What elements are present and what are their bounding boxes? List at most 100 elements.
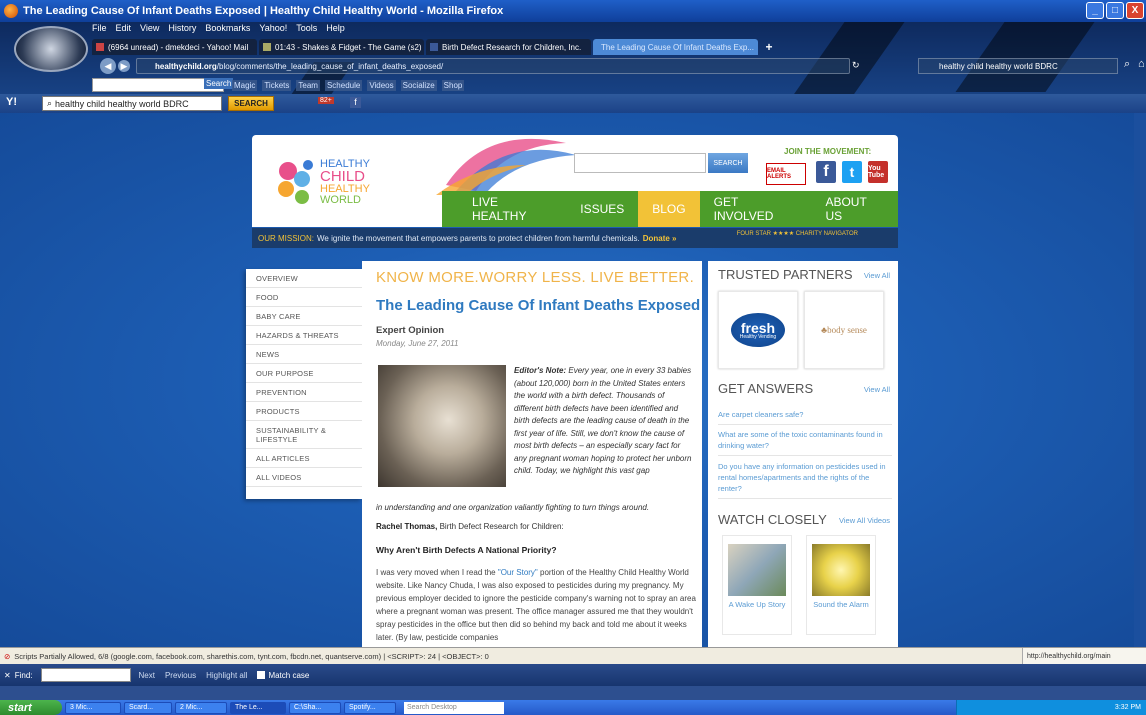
link-team[interactable]: Team [296,79,320,91]
leftnav-all-articles[interactable]: ALL ARTICLES [246,449,362,468]
charity-navigator-badge[interactable]: FOUR STAR ★★★★ CHARITY NAVIGATOR [737,231,858,237]
leftnav-all-videos[interactable]: ALL VIDEOS [246,468,362,487]
leftnav-products[interactable]: PRODUCTS [246,402,362,421]
new-tab-button[interactable]: + [760,39,778,55]
menu-edit[interactable]: Edit [116,23,132,37]
firefox-icon [4,4,18,18]
leftnav-news[interactable]: NEWS [246,345,362,364]
slogan: KNOW MORE.WORRY LESS. LIVE BETTER. [376,269,695,286]
menu-yahoo[interactable]: Yahoo! [259,23,287,37]
question-link[interactable]: Are carpet cleaners safe? [718,409,892,425]
tab-healthy-child[interactable]: The Leading Cause Of Infant Deaths Exp..… [593,39,758,55]
tab-shakes-fidget[interactable]: 01:43 - Shakes & Fidget - The Game (s2) [259,39,424,55]
reload-icon[interactable]: ↻ [852,60,860,71]
orlando-search-button[interactable]: Search [204,78,234,89]
answers-view-all[interactable]: View All [864,385,890,394]
start-button[interactable]: start [0,700,62,715]
site-search-input[interactable] [574,153,706,173]
leftnav-food[interactable]: FOOD [246,288,362,307]
task-button[interactable]: 2 Mic... [175,701,227,714]
link-tickets[interactable]: Tickets [262,79,292,91]
link-schedule[interactable]: Schedule [324,79,363,91]
twitter-icon[interactable]: t [842,161,862,183]
video-sound-the-alarm[interactable]: Sound the Alarm [806,535,876,635]
window-title: The Leading Cause Of Infant Deaths Expos… [23,5,504,17]
article-subhead: Why Aren't Birth Defects A National Prio… [376,545,557,555]
link-shop[interactable]: Shop [441,79,465,91]
question-link[interactable]: Do you have any information on pesticide… [718,461,892,499]
minimize-button[interactable]: _ [1086,2,1104,19]
donate-link[interactable]: Donate » [643,234,677,243]
view-all-videos[interactable]: View All Videos [839,516,890,525]
nav-get-involved[interactable]: GET INVOLVED [700,191,812,227]
tab-yahoo-mail[interactable]: (6964 unread) - dmekdeci - Yahoo! Mail [92,39,257,55]
partner-fresh[interactable]: fresh Healthy Vending [718,291,798,369]
link-videos[interactable]: Videos [367,79,396,91]
video-thumbnail [812,544,870,596]
leftnav-overview[interactable]: OVERVIEW [246,269,362,288]
menu-bookmarks[interactable]: Bookmarks [205,23,250,37]
site-logo[interactable]: HEALTHY CHILD HEALTHY WORLD [274,143,384,223]
window-titlebar: The Leading Cause Of Infant Deaths Expos… [0,0,1146,22]
tab-label: Birth Defect Research for Children, Inc. [442,42,582,52]
question-link[interactable]: What are some of the toxic contaminants … [718,429,892,456]
find-input[interactable] [40,668,131,682]
email-alerts-button[interactable]: EMAIL ALERTS [766,163,806,185]
clock[interactable]: 3:32 PM [1115,704,1141,711]
menu-help[interactable]: Help [326,23,345,37]
youtube-icon[interactable]: You Tube [868,161,888,183]
leftnav-hazards[interactable]: HAZARDS & THREATS [246,326,362,345]
partner-bodysense[interactable]: ♣body sense [804,291,884,369]
find-label: Find: [14,670,33,680]
mail-count-badge[interactable]: 82+ [318,97,334,104]
forward-icon[interactable]: ▶ [118,60,130,72]
leftnav-baby-care[interactable]: BABY CARE [246,307,362,326]
yahoo-logo[interactable]: Y! [6,96,34,111]
task-button[interactable]: Spotify... [344,701,396,714]
close-button[interactable]: X [1126,2,1144,19]
home-icon[interactable]: ⌂ [1138,58,1145,70]
maximize-button[interactable]: □ [1106,2,1124,19]
video-wake-up-story[interactable]: A Wake Up Story [722,535,792,635]
join-movement-label: JOIN THE MOVEMENT: [784,147,872,156]
partners-view-all[interactable]: View All [864,271,890,280]
task-button-active[interactable]: The Le... [230,701,286,714]
orlando-magic-logo [14,26,88,72]
find-previous-button[interactable]: Previous [165,671,196,680]
back-icon[interactable]: ◀ [100,58,116,74]
desktop-search-input[interactable]: Search Desktop [404,701,504,714]
leftnav-prevention[interactable]: PREVENTION [246,383,362,402]
leftnav-sustainability[interactable]: SUSTAINABILITY & LIFESTYLE [246,421,362,449]
close-find-icon[interactable]: ✕ [4,671,11,680]
yahoo-search-button[interactable]: SEARCH [228,96,274,111]
menu-tools[interactable]: Tools [296,23,317,37]
nav-issues[interactable]: ISSUES [566,191,638,227]
nav-about-us[interactable]: ABOUT US [811,191,898,227]
browser-search-input[interactable]: healthy child healthy world BDRC [918,58,1118,74]
menu-view[interactable]: View [140,23,159,37]
our-story-link[interactable]: "Our Story" [498,568,538,577]
tab-bdrc[interactable]: Birth Defect Research for Children, Inc. [426,39,591,55]
facebook-icon[interactable]: f [350,97,361,108]
find-next-button[interactable]: Next [139,671,155,680]
link-magic[interactable]: Magic [232,79,258,91]
task-button[interactable]: C:\Sha... [289,701,341,714]
page-scrollbar[interactable] [1134,113,1146,647]
menu-history[interactable]: History [168,23,196,37]
task-button[interactable]: 3 Mic... [65,701,121,714]
facebook-icon[interactable]: f [816,161,836,183]
noscript-icon[interactable]: ⊘ [4,652,10,661]
link-socialize[interactable]: Socialize [400,79,437,91]
search-icon[interactable]: ⌕ [1124,58,1130,71]
mission-bar: OUR MISSION: We ignite the movement that… [252,228,898,248]
nav-live-healthy[interactable]: LIVE HEALTHY [442,191,566,227]
nav-blog[interactable]: BLOG [638,191,700,227]
site-search-button[interactable]: SEARCH [708,153,748,173]
highlight-all-button[interactable]: Highlight all [206,671,247,680]
menu-file[interactable]: File [92,23,107,37]
url-bar[interactable]: healthychild.org/blog/comments/the_leadi… [136,58,850,74]
yahoo-search-input[interactable]: ⌕ healthy child healthy world BDRC [42,96,222,111]
match-case-checkbox[interactable] [257,671,266,679]
leftnav-our-purpose[interactable]: OUR PURPOSE [246,364,362,383]
task-button[interactable]: Scard... [124,701,172,714]
